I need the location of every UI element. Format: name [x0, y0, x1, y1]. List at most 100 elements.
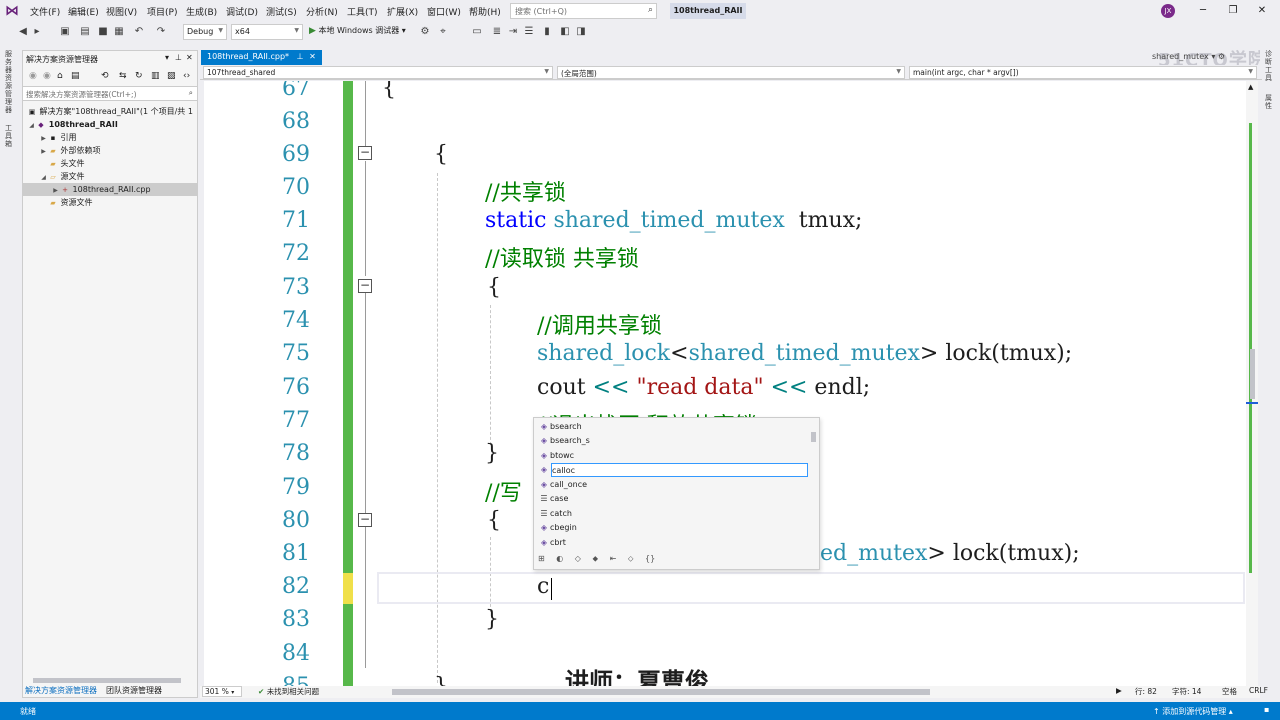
new-project-icon[interactable]: ▣ — [58, 25, 72, 39]
diagnostic-tools-tab[interactable]: 诊断工具 — [1265, 50, 1275, 82]
tree-source-files[interactable]: ◢ ▱ 源文件 — [39, 170, 84, 183]
code-editor[interactable]: − − − 67 68 69 70 71 72 73 74 75 76 77 7… — [204, 81, 1246, 686]
close-tab-icon[interactable]: ✕ — [309, 52, 316, 61]
show-all-files-icon[interactable]: ▧ — [167, 71, 176, 81]
menu-test[interactable]: 测试(S) — [266, 5, 297, 18]
scroll-thumb[interactable] — [33, 678, 181, 683]
dropdown-icon[interactable]: ▾ — [165, 53, 169, 62]
tree-resource-files[interactable]: ▰ 资源文件 — [48, 196, 92, 209]
menu-file[interactable]: 文件(F) — [30, 5, 60, 18]
zoom-select[interactable]: 301 % ▾ — [202, 686, 242, 697]
save-icon[interactable]: ■ — [96, 25, 110, 39]
intellisense-popup[interactable]: ◈ bsearch ◈ bsearch_s ◈ btowc ◈ calloc ◈ cal… — [533, 417, 820, 570]
back-icon[interactable]: ◀ — [16, 25, 30, 39]
scroll-thumb[interactable] — [1250, 349, 1255, 399]
editor-vertical-scrollbar[interactable]: ▲ — [1246, 81, 1258, 686]
scroll-up-icon[interactable]: ▲ — [1248, 83, 1253, 91]
completion-item[interactable]: ◈ cbegin — [538, 521, 806, 535]
completion-item[interactable]: ◈ btowc — [538, 449, 806, 463]
pin-icon[interactable]: ⊥ — [297, 52, 304, 61]
platform-select[interactable]: x64 ▼ — [231, 24, 303, 40]
format-icon[interactable]: ≣ — [490, 25, 504, 39]
forward-icon[interactable]: ◉ — [43, 71, 51, 81]
configuration-select[interactable]: Debug ▼ — [183, 24, 227, 40]
start-debugging-button[interactable]: ▶ 本地 Windows 调试器 ▾ — [309, 25, 406, 36]
collapse-icon[interactable]: − — [358, 513, 372, 527]
save-all-icon[interactable]: ▦ — [112, 25, 126, 39]
filter-namespace-icon[interactable]: ◐ — [556, 554, 563, 563]
filter-snippet-icon[interactable]: {} — [645, 554, 655, 563]
menu-window[interactable]: 窗口(W) — [427, 5, 461, 18]
refresh-icon[interactable]: ↻ — [135, 71, 143, 81]
quick-search-input[interactable]: 搜索 (Ctrl+Q) ⌕ — [510, 3, 657, 19]
indent-icon[interactable]: ⇥ — [506, 25, 520, 39]
comment-icon[interactable]: ☰ — [522, 25, 536, 39]
menu-edit[interactable]: 编辑(E) — [68, 5, 99, 18]
pin-icon[interactable]: ⊥ — [175, 53, 182, 62]
solution-search-input[interactable]: 搜索解决方案资源管理器(Ctrl+;) ⌕ — [23, 86, 197, 101]
completion-item[interactable]: ☰ case — [538, 492, 806, 506]
close-icon[interactable]: ✕ — [1252, 2, 1272, 20]
completion-item[interactable]: ◈ bsearch_s — [538, 434, 806, 448]
close-panel-icon[interactable]: ✕ — [186, 53, 193, 62]
bookmark-icon[interactable]: ▮ — [540, 25, 554, 39]
avatar[interactable]: JX — [1161, 4, 1175, 18]
completion-item[interactable]: ◈ bsearch — [538, 420, 806, 434]
line-ending[interactable]: CRLF — [1249, 686, 1268, 695]
editor-horizontal-scroll-thumb[interactable] — [392, 689, 930, 695]
settings-icon[interactable]: ⚙ — [1218, 52, 1225, 61]
forward-icon[interactable]: ▸ — [30, 25, 44, 39]
back-icon[interactable]: ◉ — [29, 71, 37, 81]
filter-all-icon[interactable]: ⊞ — [538, 554, 545, 563]
tree-cpp-file[interactable]: ▶ + 108thread_RAII.cpp — [23, 183, 197, 196]
collapse-icon[interactable]: − — [358, 146, 372, 160]
scroll-right-icon[interactable]: ▶ — [1116, 686, 1122, 695]
filter-macro-icon[interactable]: ⬦ — [628, 554, 634, 563]
filter-struct-icon[interactable]: ⬥ — [592, 554, 598, 563]
sync-icon[interactable]: ⇆ — [119, 71, 127, 81]
solution-horizontal-scrollbar[interactable] — [25, 676, 195, 684]
intellisense-scrollbar[interactable] — [810, 422, 818, 547]
menu-analyze[interactable]: 分析(N) — [306, 5, 338, 18]
tree-project[interactable]: ◢ ◆ 108thread_RAII — [27, 118, 118, 131]
tree-solution[interactable]: ▣ 解决方案"108thread_RAII"(1 个项目/共 1 — [27, 105, 193, 118]
tree-external-deps[interactable]: ▶ ▰ 外部依赖项 — [39, 144, 100, 157]
collapse-icon[interactable]: − — [358, 279, 372, 293]
toolbox-tab[interactable]: 工具箱 — [5, 124, 15, 148]
tree-header-files[interactable]: ▰ 头文件 — [48, 157, 84, 170]
whitespace-mode[interactable]: 空格 — [1222, 686, 1237, 697]
restore-icon[interactable]: ❐ — [1223, 2, 1243, 20]
server-explorer-tab[interactable]: 服务器资源管理器 — [5, 50, 15, 114]
redo-icon[interactable]: ↷ — [154, 25, 168, 39]
tab-team-explorer[interactable]: 团队资源管理器 — [106, 685, 162, 696]
tab-shared-mutex[interactable]: shared_mutex ▾ ⚙ — [1152, 52, 1225, 61]
menu-build[interactable]: 生成(B) — [186, 5, 217, 18]
collapse-all-icon[interactable]: ▥ — [151, 71, 160, 81]
scope-select[interactable]: (全局范围) ▼ — [557, 66, 905, 79]
minimize-icon[interactable]: ─ — [1193, 2, 1213, 20]
add-to-source-control-button[interactable]: ↑ 添加到源代码管理 ▴ — [1153, 706, 1233, 717]
menu-project[interactable]: 项目(P) — [147, 5, 177, 18]
menu-extensions[interactable]: 扩展(X) — [387, 5, 418, 18]
function-select[interactable]: main(int argc, char * argv[]) ▼ — [909, 66, 1257, 79]
home-icon[interactable]: ⌂ — [57, 71, 63, 81]
tab-solution-explorer[interactable]: 解决方案资源管理器 — [25, 685, 97, 696]
undo-icon[interactable]: ↶ — [132, 25, 146, 39]
code-view-icon[interactable]: ‹› — [183, 71, 190, 81]
tab-cpp-file[interactable]: 108thread_RAII.cpp* ⊥ ✕ — [201, 50, 322, 65]
menu-debug[interactable]: 调试(D) — [226, 5, 258, 18]
bookmark-next-icon[interactable]: ◨ — [574, 25, 588, 39]
completion-item[interactable]: ◈ call_once — [538, 478, 806, 492]
notifications-icon[interactable]: ▪ — [1264, 705, 1269, 714]
project-select[interactable]: 107thread_shared ▼ — [203, 66, 553, 79]
completion-item-selected[interactable]: calloc — [551, 463, 808, 477]
filter-enum-icon[interactable]: ⇤ — [610, 554, 617, 563]
completion-item[interactable]: ☰ catch — [538, 507, 806, 521]
menu-help[interactable]: 帮助(H) — [469, 5, 501, 18]
open-folder-icon[interactable]: ▤ — [78, 25, 92, 39]
menu-view[interactable]: 视图(V) — [106, 5, 137, 18]
switch-view-icon[interactable]: ▤ — [71, 71, 80, 81]
filter-class-icon[interactable]: ◇ — [575, 554, 581, 563]
layout-icon[interactable]: ▭ — [470, 25, 484, 39]
issues-indicator[interactable]: ✔ 未找到相关问题 — [258, 686, 319, 697]
